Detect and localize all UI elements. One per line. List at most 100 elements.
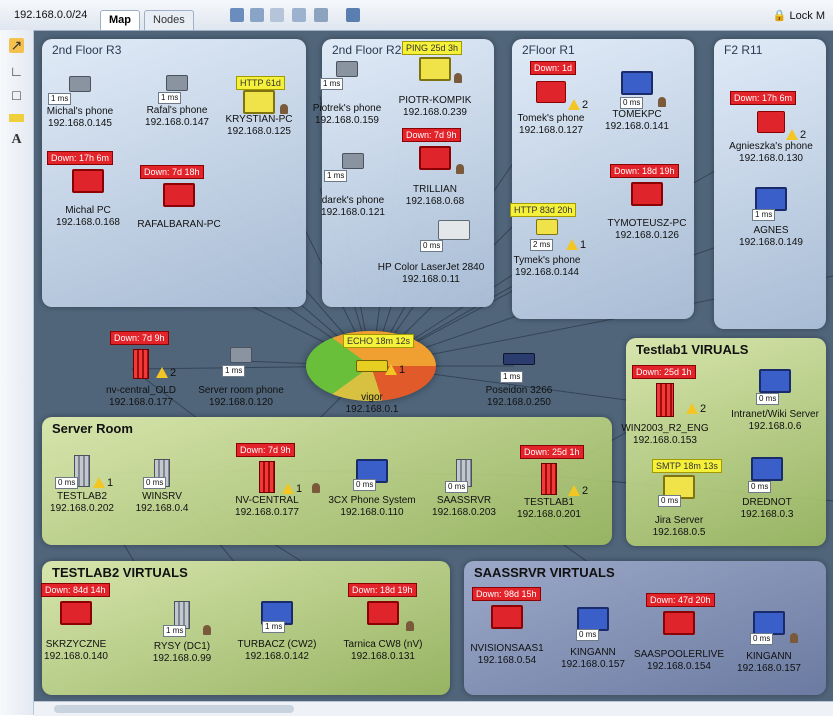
warning-count: 1 — [296, 483, 303, 495]
group-title: Testlab1 VIRUALS — [636, 342, 749, 357]
status-badge: Down: 98d 15h — [472, 587, 541, 601]
node-ip: 192.168.0.11 — [402, 274, 460, 285]
node-agnieszkas-phone[interactable]: Down: 17h 6m 2 Agnieszka's phone 192.168… — [716, 91, 826, 165]
user-icon — [406, 621, 414, 631]
status-badge: Down: 7d 9h — [236, 443, 295, 457]
pc-icon — [419, 146, 451, 170]
node-hp-printer[interactable]: 0 ms HP Color LaserJet 2840 192.168.0.11 — [376, 220, 486, 286]
node-intranet-wiki-server[interactable]: 0 ms Intranet/Wiki Server 192.168.0.6 — [720, 369, 830, 433]
warning-count: 2 — [700, 403, 707, 415]
node-testlab1[interactable]: Down: 25d 1h 2 TESTLAB1 192.168.0.201 — [494, 445, 604, 521]
status-badge: Down: 17h 6m — [47, 151, 114, 165]
horizontal-scrollbar[interactable] — [34, 701, 833, 716]
warning-icon — [568, 485, 580, 496]
user-icon — [280, 104, 288, 114]
xp-pc-icon — [621, 71, 653, 95]
network-map-canvas[interactable]: 2nd Floor R3 2nd Floor R2 2Floor R1 F2 R… — [34, 31, 833, 701]
xp-pc-icon — [753, 611, 785, 635]
pc-icon — [759, 369, 791, 393]
node-piotr-kompik[interactable]: PING 25d 3h PIOTR-KOMPIK 192.168.0.239 — [380, 41, 490, 119]
node-name: TESTLAB1 — [523, 497, 575, 508]
node-ip: 192.168.0.126 — [615, 230, 679, 241]
hide-icon[interactable] — [292, 8, 306, 22]
node-ip: 192.168.0.201 — [517, 509, 581, 520]
pc-icon — [60, 601, 92, 625]
group-f2-r11[interactable]: F2 R11 — [714, 39, 826, 329]
connector-tool-icon[interactable]: ∟ — [9, 64, 24, 79]
rectangle-tool-icon[interactable]: □ — [9, 88, 24, 103]
node-name: RAFALBARAN-PC — [137, 219, 221, 230]
node-name: Server room phone — [198, 385, 284, 396]
node-poseidon[interactable]: 1 ms Poseidon 3266 192.168.0.250 — [464, 353, 574, 409]
warning-icon — [568, 99, 580, 110]
phone-icon — [69, 76, 91, 92]
switch-icon — [503, 353, 535, 365]
group-title: 2Floor R1 — [522, 43, 575, 57]
status-badge: Down: 84d 14h — [41, 583, 110, 597]
phone-icon — [230, 347, 252, 363]
xp-pc-icon — [755, 187, 787, 211]
tab-nodes[interactable]: Nodes — [144, 10, 194, 30]
select-pointer-icon[interactable]: ↗ — [9, 38, 24, 53]
group-title: Server Room — [52, 421, 133, 436]
group-tool-icon[interactable] — [9, 114, 24, 122]
scrollbar-thumb[interactable] — [54, 705, 294, 713]
node-vigor[interactable]: ECHO 18m 12s 1 vigor 192.168.0.1 — [317, 334, 427, 416]
zoom-out-icon[interactable] — [250, 8, 264, 22]
node-ip: 192.168.0.177 — [235, 507, 299, 518]
node-winsrv[interactable]: 0 ms WINSRV 192.168.0.4 — [107, 459, 217, 515]
status-badge: Down: 7d 18h — [140, 165, 204, 179]
user-icon — [658, 97, 666, 107]
fit-icon[interactable] — [270, 8, 284, 22]
node-name: Agnieszka's phone — [729, 141, 813, 152]
node-nv-central[interactable]: Down: 7d 9h 1 NV-CENTRAL 192.168.0.177 — [212, 443, 322, 519]
response-time: 0 ms — [143, 477, 167, 489]
response-time: 2 ms — [530, 239, 554, 251]
lock-map-button[interactable]: 🔒 Lock M — [773, 9, 825, 22]
export-icon[interactable] — [314, 8, 328, 22]
phone-icon — [757, 111, 785, 133]
warning-count: 2 — [800, 129, 807, 141]
status-badge: Down: 7d 9h — [402, 128, 461, 142]
response-time: 0 ms — [420, 240, 444, 252]
node-tomekpc[interactable]: 0 ms TOMEKPC 192.168.0.141 — [582, 71, 692, 133]
response-time: 0 ms — [620, 97, 644, 109]
pc-icon — [491, 605, 523, 629]
node-ip: 192.168.0.99 — [152, 653, 212, 664]
network-selector[interactable]: 192.168.0.0/24 — [14, 9, 87, 21]
layout-grid-icon[interactable] — [346, 8, 360, 22]
node-kingann-2[interactable]: 0 ms KINGANN 192.168.0.157 — [714, 611, 824, 675]
node-ip: 192.168.0.239 — [403, 107, 467, 118]
status-badge: HTTP 83d 20h — [510, 203, 577, 217]
node-win2003-r2-eng[interactable]: Down: 25d 1h 2 WIN2003_R2_ENG 192.168.0.… — [610, 365, 720, 447]
node-michals-phone[interactable]: 1 ms Michal's phone 192.168.0.145 — [34, 76, 135, 130]
node-nv-central-old[interactable]: Down: 7d 9h 2 nv-central_OLD 192.168.0.1… — [86, 331, 196, 409]
node-ip: 192.168.0.141 — [605, 121, 669, 132]
node-tymoteusz-pc[interactable]: Down: 18d 19h TYMOTEUSZ-PC 192.168.0.126 — [592, 164, 702, 242]
node-rysy[interactable]: 1 ms RYSY (DC1) 192.168.0.99 — [127, 601, 237, 665]
response-time: 1 ms — [222, 365, 246, 377]
router-icon — [356, 360, 388, 372]
node-agnes[interactable]: 1 ms AGNES 192.168.0.149 — [716, 187, 826, 249]
node-tymeks-phone[interactable]: HTTP 83d 20h 2 ms 1 Tymek's phone 192.16… — [492, 203, 602, 279]
text-tool-icon[interactable]: A — [9, 132, 24, 147]
status-badge: Down: 25d 1h — [520, 445, 584, 459]
node-rafalbaran-pc[interactable]: Down: 7d 18h RAFALBARAN-PC — [124, 165, 234, 231]
node-drednot[interactable]: 0 ms DREDNOT 192.168.0.3 — [712, 457, 822, 521]
zoom-in-icon[interactable] — [230, 8, 244, 22]
server-icon — [656, 383, 674, 417]
node-server-room-phone[interactable]: 1 ms Server room phone 192.168.0.120 — [186, 347, 296, 409]
group-title: F2 R11 — [724, 43, 763, 57]
pc-icon — [663, 611, 695, 635]
response-time: 1 ms — [48, 93, 72, 105]
node-name: Poseidon 3266 — [485, 385, 553, 396]
node-trillian[interactable]: Down: 7d 9h TRILLIAN 192.168.0.68 — [380, 128, 490, 208]
warning-icon — [786, 129, 798, 140]
node-ip: 192.168.0.131 — [351, 651, 415, 662]
node-skrzyczne[interactable]: Down: 84d 14h SKRZYCZNE 192.168.0.140 — [34, 583, 131, 663]
user-icon — [454, 73, 462, 83]
tab-map[interactable]: Map — [100, 10, 140, 30]
node-tarnica[interactable]: Down: 18d 19h Tarnica CW8 (nV) 192.168.0… — [328, 583, 438, 663]
pc-icon — [72, 169, 104, 193]
node-turbacz[interactable]: 1 ms TURBACZ (CW2) 192.168.0.142 — [222, 601, 332, 663]
